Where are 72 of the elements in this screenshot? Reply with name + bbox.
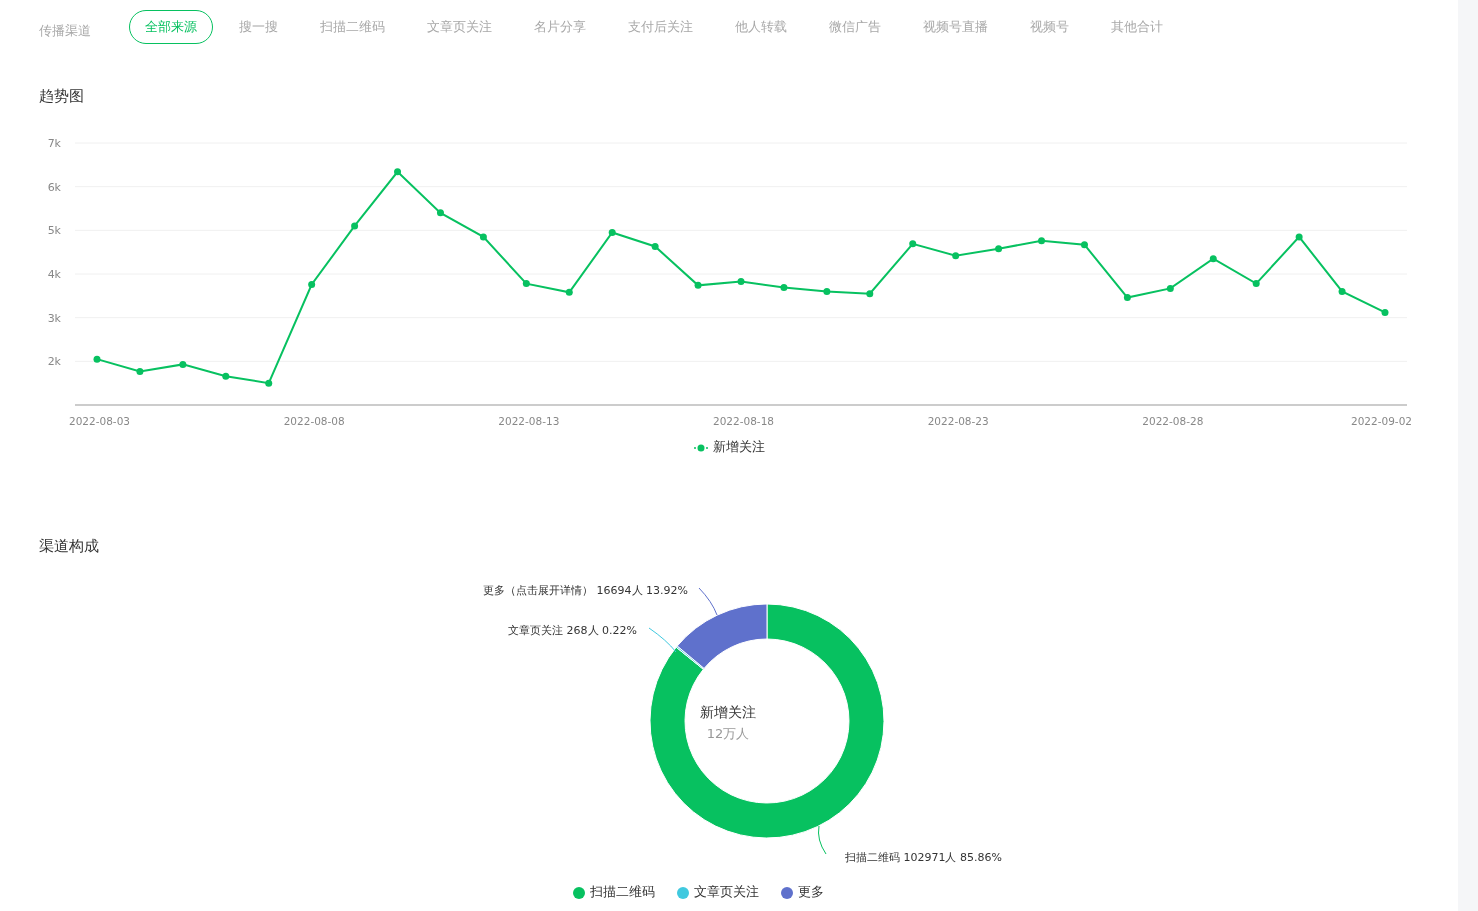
legend-dot-icon: [781, 886, 793, 899]
data-point: [1209, 255, 1217, 263]
axis-label: 5k: [47, 224, 61, 238]
legend-label: 文章页关注: [694, 884, 759, 901]
axis-label: 7k: [47, 137, 61, 150]
slice-label: 文章页关注 268人 0.22%: [508, 624, 637, 637]
data-point: [565, 288, 573, 296]
data-point: [136, 367, 144, 375]
axis-label: 2022-08-08: [283, 415, 345, 427]
legend-label: 更多: [798, 884, 824, 901]
data-point: [1038, 237, 1046, 245]
data-point: [179, 360, 187, 368]
data-point: [351, 222, 359, 230]
leader-line: [818, 825, 827, 855]
data-point: [1123, 294, 1131, 302]
donut-center-title: 新增关注: [700, 704, 756, 722]
donut-center-value: 12万人: [706, 725, 750, 743]
data-point: [522, 280, 530, 288]
legend-dot-icon: [573, 886, 585, 899]
data-point: [909, 240, 917, 248]
section-title: 趋势图: [39, 87, 85, 107]
axis-label: 2022-08-03: [69, 415, 131, 427]
axis-label: 2k: [47, 355, 61, 369]
data-point: [1381, 308, 1389, 316]
data-point: [608, 229, 616, 236]
channel-tab[interactable]: 支付后关注: [612, 10, 709, 44]
data-point: [308, 281, 316, 288]
channel-tab[interactable]: 其他合计: [1095, 10, 1179, 44]
data-point: [694, 281, 702, 289]
data-point: [436, 209, 444, 217]
leader-line: [698, 587, 718, 616]
channel-tab[interactable]: 视频号: [1014, 10, 1085, 44]
channel-label: 传播渠道: [39, 22, 91, 40]
data-point: [479, 233, 487, 241]
data-point: [394, 168, 402, 176]
axis-label: 3k: [47, 311, 61, 325]
section-title: 渠道构成: [39, 537, 100, 557]
channel-tab[interactable]: 扫描二维码: [304, 10, 401, 44]
axis-label: 2022-08-23: [927, 415, 989, 427]
legend-label: 扫描二维码: [590, 884, 655, 901]
data-point: [995, 245, 1003, 253]
data-point: [1166, 284, 1174, 292]
line-marker-icon: [693, 443, 708, 452]
channel-tab[interactable]: 微信广告: [813, 10, 897, 44]
data-point: [780, 284, 788, 292]
axis-label: 4k: [47, 268, 61, 281]
channel-tab[interactable]: 他人转载: [719, 10, 803, 44]
axis-label: 2022-08-28: [1142, 415, 1204, 427]
data-point: [952, 252, 960, 260]
legend-label: 新增关注: [712, 439, 765, 456]
axis-label: 2022-08-13: [498, 415, 560, 427]
data-point: [93, 355, 101, 363]
axis-label: 6k: [47, 180, 61, 194]
legend-dot-icon: [677, 886, 689, 899]
channel-tab[interactable]: 文章页关注: [411, 10, 508, 44]
data-point: [823, 287, 831, 295]
data-point: [1252, 280, 1260, 288]
slice-label: 更多（点击展开详情） 16694人 13.92%: [483, 584, 688, 597]
data-point: [265, 379, 273, 387]
channel-tab[interactable]: 视频号直播: [907, 10, 1004, 44]
data-point: [1295, 233, 1303, 241]
axis-label: 2022-08-18: [713, 415, 775, 427]
slice-label: 扫描二维码 102971人 85.86%: [845, 851, 1002, 864]
data-point: [1338, 287, 1346, 295]
data-point: [737, 277, 745, 285]
data-point: [1080, 241, 1088, 249]
axis-label: 2022-09-02: [1351, 415, 1413, 427]
data-point: [651, 243, 659, 250]
data-point: [866, 290, 874, 298]
leader-line: [648, 627, 677, 653]
data-point: [222, 372, 230, 380]
channel-tab[interactable]: 名片分享: [518, 10, 602, 44]
